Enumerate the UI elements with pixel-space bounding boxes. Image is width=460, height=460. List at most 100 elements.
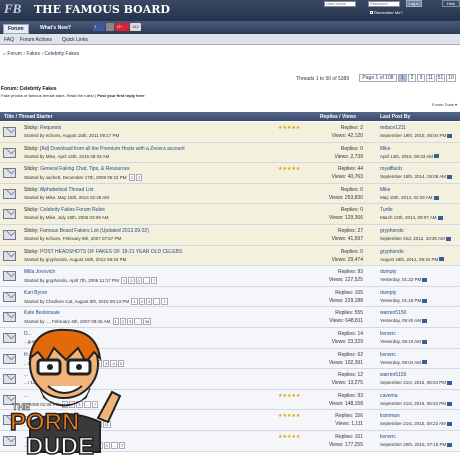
thread-title[interactable]: Sticky: [Ad] Download from all the Premi…	[24, 146, 185, 152]
last-post-user[interactable]: dumpty	[380, 290, 396, 296]
go-to-last-post-icon[interactable]	[447, 175, 453, 179]
thread-title[interactable]: Sticky: Celebrity Fakes Forum Rules	[24, 207, 105, 213]
go-to-last-post-icon[interactable]	[439, 257, 445, 262]
thread-row[interactable]: Sticky: Famous Board Fakers List (Update…	[0, 224, 460, 246]
go-to-last-post-icon[interactable]	[447, 442, 453, 447]
thread-page-link[interactable]: 7	[151, 277, 158, 285]
last-post-user[interactable]: dumpty	[380, 269, 396, 275]
thread-title-text[interactable]: Celebrity Fakes Forum Rules	[40, 207, 105, 213]
go-to-last-post-icon[interactable]	[445, 236, 451, 241]
thread-title[interactable]: Kate Beckinsale	[24, 310, 60, 316]
thread-title-text[interactable]: Milla Jovovich	[24, 269, 55, 275]
nav-quick-links[interactable]: Quick Links	[62, 37, 88, 43]
page-51[interactable]: 51	[436, 74, 445, 82]
thread-page-link[interactable]: ...	[134, 318, 142, 326]
breadcrumb-fakes[interactable]: Fakes	[26, 51, 40, 57]
thread-row[interactable]: Sticky: General Faking Chat, Tips, & Res…	[0, 163, 460, 184]
thread-row[interactable]: Sticky: [Ad] Download from all the Premi…	[0, 142, 460, 164]
thread-title[interactable]: Kari Byron	[24, 290, 47, 296]
thread-title[interactable]: Sticky: Famous Board Fakers List (Update…	[24, 228, 149, 234]
last-post-user[interactable]: gryphondo	[380, 228, 404, 234]
go-to-last-post-icon[interactable]	[447, 401, 453, 406]
thread-row[interactable]: Kari Byron Started by Chedlore Cat, Augu…	[0, 286, 460, 308]
thread-row[interactable]: Sticky: Alphabetical Thread List Started…	[0, 183, 460, 205]
checkbox-icon[interactable]	[370, 11, 373, 15]
nav-forum-actions[interactable]: Forum Actions	[20, 37, 52, 43]
facebook-like-button[interactable]: f	[93, 23, 105, 31]
last-post-user[interactable]: warren5150	[380, 372, 406, 378]
thread-row[interactable]: Sticky: POST HEADSHOTS OF FAKES OF 18-21…	[0, 245, 460, 267]
col-title[interactable]: Title / Thread Starter	[4, 114, 53, 120]
thread-page-link[interactable]: 1	[131, 297, 138, 305]
thread-page-link[interactable]: 1	[121, 277, 128, 285]
go-to-last-post-icon[interactable]	[433, 195, 439, 200]
thread-row[interactable]: Milla Jovovich Started by gryphondo, Apr…	[0, 266, 460, 287]
col-last-post[interactable]: Last Post By	[380, 114, 410, 120]
go-to-last-post-icon[interactable]	[446, 422, 452, 427]
first-reply-link[interactable]: Post your first reply here	[97, 93, 144, 98]
page-11[interactable]: 11	[426, 74, 435, 82]
last-post-user[interactable]: royaffluob	[380, 166, 402, 172]
col-replies-views[interactable]: Replies / Views	[320, 114, 356, 120]
thread-page-link[interactable]: 1	[128, 174, 136, 182]
last-post-user[interactable]: redace1211	[380, 125, 406, 131]
go-to-last-post-icon[interactable]	[422, 339, 428, 344]
last-post-user[interactable]: gryphondo	[380, 249, 404, 255]
tab-forum[interactable]: Forum	[3, 24, 29, 34]
remember-me-checkbox[interactable]: Remember Me?	[370, 10, 403, 15]
thread-page-link[interactable]: 2	[138, 297, 145, 305]
porn-dude-mascot[interactable]: THE PORN DUDE	[0, 322, 128, 460]
site-logo[interactable]: FB	[4, 1, 21, 17]
thread-title[interactable]: Sticky: General Faking Chat, Tips, & Res…	[24, 166, 130, 172]
home-icon[interactable]: ⌂	[3, 51, 6, 57]
thread-title-text[interactable]: POST HEADSHOTS OF FAKES OF 18-21 YEAR OL…	[40, 249, 182, 255]
thread-page-link[interactable]: 7	[161, 297, 168, 305]
last-post-user[interactable]: Mike	[380, 187, 391, 193]
thread-title-text[interactable]: Kari Byron	[24, 290, 47, 296]
last-post-user[interactable]: Turtle	[380, 207, 393, 213]
page-3[interactable]: 3	[417, 74, 425, 82]
page-1[interactable]: 1	[398, 74, 407, 82]
nav-faq[interactable]: FAQ	[4, 37, 14, 43]
last-post-user[interactable]: bvnwrc	[380, 331, 396, 337]
thread-title[interactable]: Sticky: Requests	[24, 125, 61, 131]
thread-title-text[interactable]: Famous Board Fakers List (Updated 2012.0…	[40, 228, 149, 234]
thread-row[interactable]: Sticky: Celebrity Fakes Forum Rules Star…	[0, 204, 460, 225]
go-to-last-post-icon[interactable]	[447, 380, 453, 385]
thread-page-link[interactable]: 3	[135, 277, 142, 285]
password-field[interactable]: Password	[368, 1, 400, 7]
go-to-last-post-icon[interactable]	[447, 133, 453, 138]
thread-title-text[interactable]: Kate Beckinsale	[24, 310, 60, 316]
go-to-last-post-icon[interactable]	[422, 360, 428, 365]
google-plus-button[interactable]: G+	[115, 23, 129, 31]
page-10[interactable]: 10	[446, 74, 456, 82]
thread-page-link[interactable]: ...	[153, 297, 161, 305]
thread-page-link[interactable]: ...	[142, 277, 151, 285]
last-post-user[interactable]: bvnwrc	[380, 352, 396, 358]
username-field[interactable]: User Name	[324, 1, 356, 7]
last-post-user[interactable]: cavema	[380, 393, 398, 399]
thread-page-link[interactable]: 38	[142, 318, 152, 326]
help-button[interactable]: Help	[442, 0, 460, 7]
breadcrumb-forum[interactable]: Forum	[7, 51, 21, 57]
forum-tools-menu[interactable]: Forum Tools ▾	[432, 102, 457, 107]
share-button[interactable]	[106, 23, 114, 31]
thread-row[interactable]: Sticky: Requests Started by echoes, Augu…	[0, 122, 460, 143]
go-to-last-post-icon[interactable]	[437, 216, 443, 221]
last-post-user[interactable]: Mike	[380, 146, 391, 152]
thread-page-link[interactable]: 2	[128, 277, 135, 285]
thread-title[interactable]: Sticky: Alphabetical Thread List	[24, 187, 93, 193]
page-info[interactable]: Page 1 of 108	[359, 74, 397, 82]
site-title[interactable]: THE FAMOUS BOARD	[34, 3, 170, 16]
breadcrumb-celebrity-fakes[interactable]: Celebrity Fakes	[44, 51, 79, 57]
thread-title[interactable]: Milla Jovovich	[24, 269, 55, 275]
tab-whats-new[interactable]: What's New?	[36, 24, 75, 34]
last-post-user[interactable]: warren5150	[380, 310, 406, 316]
go-to-last-post-icon[interactable]	[422, 277, 428, 282]
page-2[interactable]: 2	[408, 74, 416, 82]
last-post-user[interactable]: tramman	[380, 413, 400, 419]
thread-title-text[interactable]: General Faking Chat, Tips, & Resources	[40, 166, 130, 172]
last-post-user[interactable]: bvnwrc	[380, 434, 396, 440]
thread-page-link[interactable]: 3	[145, 297, 153, 305]
login-button[interactable]: Log in	[406, 0, 422, 7]
